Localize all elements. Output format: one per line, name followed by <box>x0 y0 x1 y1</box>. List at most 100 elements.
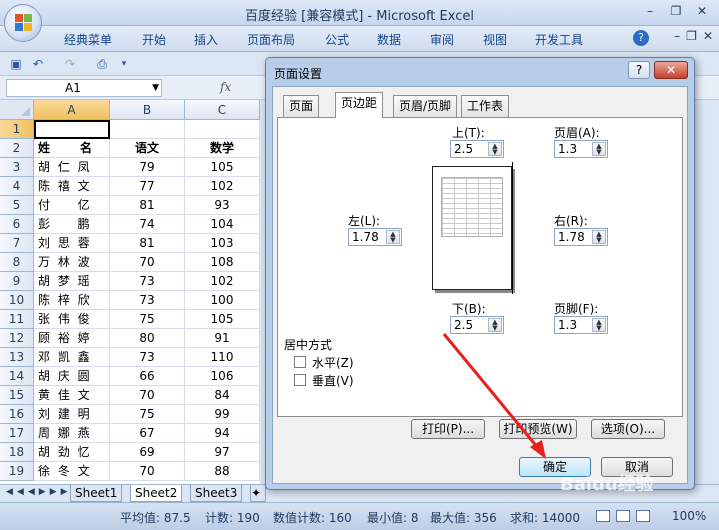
spinner-arrows-icon[interactable]: ▲ ▼ <box>592 230 606 244</box>
table-cell[interactable] <box>185 120 260 139</box>
table-cell[interactable]: 77 <box>110 177 185 196</box>
row-header[interactable]: 6 <box>0 215 34 234</box>
table-cell[interactable]: 邓 凯 鑫 <box>34 348 110 367</box>
spinner-arrows-icon[interactable]: ▲ ▼ <box>488 142 502 156</box>
table-cell[interactable]: 刘 建 明 <box>34 405 110 424</box>
table-cell[interactable]: 数学 <box>185 139 260 158</box>
table-cell[interactable]: 胡 梦 瑶 <box>34 272 110 291</box>
normal-view-icon[interactable] <box>596 510 610 522</box>
name-box-dropdown-icon[interactable]: ▼ <box>152 80 159 96</box>
header-margin-input[interactable]: 1.3 ▲ ▼ <box>554 140 608 158</box>
table-cell[interactable]: 万 林 波 <box>34 253 110 272</box>
row-header[interactable]: 5 <box>0 196 34 215</box>
table-cell[interactable]: 彭 鹏 <box>34 215 110 234</box>
tab-insert[interactable]: 插入 <box>194 31 218 48</box>
tab-classic-menu[interactable]: 经典菜单 <box>64 31 112 48</box>
row-header[interactable]: 14 <box>0 367 34 386</box>
tab-view[interactable]: 视图 <box>483 31 507 48</box>
redo-icon[interactable]: ↷ <box>62 56 78 72</box>
footer-margin-input[interactable]: 1.3 ▲ ▼ <box>554 316 608 334</box>
table-cell[interactable]: 周 娜 燕 <box>34 424 110 443</box>
table-cell[interactable]: 93 <box>185 196 260 215</box>
tab-page-layout[interactable]: 页面布局 <box>247 31 295 48</box>
left-margin-input[interactable]: 1.78 ▲ ▼ <box>348 228 402 246</box>
row-header[interactable]: 15 <box>0 386 34 405</box>
table-cell[interactable]: 108 <box>185 253 260 272</box>
tab-page[interactable]: 页面 <box>283 95 320 117</box>
spinner-arrows-icon[interactable]: ▲ ▼ <box>592 318 606 332</box>
workbook-close-icon[interactable]: ✕ <box>703 29 713 43</box>
tab-review[interactable]: 审阅 <box>430 31 454 48</box>
print-preview-icon[interactable]: ⎙ <box>94 56 110 72</box>
horizontal-checkbox[interactable] <box>294 356 306 368</box>
table-cell[interactable]: 100 <box>185 291 260 310</box>
row-header[interactable]: 3 <box>0 158 34 177</box>
table-cell[interactable]: 顾 裕 婷 <box>34 329 110 348</box>
sheet-tab-1[interactable]: Sheet1 <box>70 485 123 502</box>
print-preview-button[interactable]: 打印预览(W) <box>499 419 577 439</box>
table-cell[interactable]: 104 <box>185 215 260 234</box>
sheet-tab-3[interactable]: Sheet3 <box>190 485 243 502</box>
page-break-view-icon[interactable] <box>636 510 650 522</box>
table-cell[interactable]: 81 <box>110 196 185 215</box>
table-cell[interactable]: 99 <box>185 405 260 424</box>
row-header[interactable]: 1 <box>0 120 34 139</box>
tab-header-footer[interactable]: 页眉/页脚 <box>393 95 458 117</box>
table-cell[interactable]: 105 <box>185 310 260 329</box>
row-header[interactable]: 4 <box>0 177 34 196</box>
table-cell[interactable]: 姓 名 <box>34 139 110 158</box>
row-header[interactable]: 10 <box>0 291 34 310</box>
office-button[interactable] <box>4 4 42 42</box>
spinner-arrows-icon[interactable]: ▲ ▼ <box>592 142 606 156</box>
table-cell[interactable]: 73 <box>110 272 185 291</box>
tab-data[interactable]: 数据 <box>377 31 401 48</box>
table-cell[interactable]: 106 <box>185 367 260 386</box>
table-cell[interactable]: 67 <box>110 424 185 443</box>
table-cell[interactable]: 刘 思 蓉 <box>34 234 110 253</box>
row-header[interactable]: 13 <box>0 348 34 367</box>
table-cell[interactable]: 胡 仁 凤 <box>34 158 110 177</box>
table-cell[interactable]: 语文 <box>110 139 185 158</box>
tab-formulas[interactable]: 公式 <box>325 31 349 48</box>
close-window-button[interactable]: ✕ <box>691 3 713 21</box>
save-icon[interactable]: ▣ <box>8 56 24 72</box>
row-header[interactable]: 11 <box>0 310 34 329</box>
table-cell[interactable]: 69 <box>110 443 185 462</box>
vertical-checkbox[interactable] <box>294 374 306 386</box>
workbook-minimize-icon[interactable]: – <box>674 29 680 43</box>
table-cell[interactable] <box>110 120 185 139</box>
table-cell[interactable]: 102 <box>185 272 260 291</box>
row-header[interactable]: 8 <box>0 253 34 272</box>
table-cell[interactable]: 79 <box>110 158 185 177</box>
table-cell[interactable]: 陈 梓 欣 <box>34 291 110 310</box>
row-header[interactable]: 2 <box>0 139 34 158</box>
table-cell[interactable]: 81 <box>110 234 185 253</box>
table-cell[interactable]: 胡 庆 圆 <box>34 367 110 386</box>
table-cell[interactable]: 付 亿 <box>34 196 110 215</box>
sheet-tab-2[interactable]: Sheet2 <box>130 485 183 502</box>
right-margin-input[interactable]: 1.78 ▲ ▼ <box>554 228 608 246</box>
table-cell[interactable]: 105 <box>185 158 260 177</box>
table-cell[interactable]: 73 <box>110 291 185 310</box>
row-header[interactable]: 12 <box>0 329 34 348</box>
help-icon[interactable]: ? <box>633 30 649 46</box>
table-cell[interactable]: 陈 禧 文 <box>34 177 110 196</box>
minimize-button[interactable]: – <box>639 3 661 21</box>
table-cell[interactable]: 102 <box>185 177 260 196</box>
row-header[interactable]: 7 <box>0 234 34 253</box>
customize-qat-icon[interactable]: ▾ <box>116 56 132 72</box>
table-cell[interactable]: 75 <box>110 405 185 424</box>
top-margin-input[interactable]: 2.5 ▲ ▼ <box>450 140 504 158</box>
table-cell[interactable]: 66 <box>110 367 185 386</box>
table-cell[interactable]: 84 <box>185 386 260 405</box>
table-cell[interactable]: 70 <box>110 386 185 405</box>
table-cell[interactable]: 74 <box>110 215 185 234</box>
table-cell[interactable]: 94 <box>185 424 260 443</box>
bottom-margin-input[interactable]: 2.5 ▲ ▼ <box>450 316 504 334</box>
name-box[interactable]: A1 ▼ <box>6 79 162 97</box>
row-header[interactable]: 16 <box>0 405 34 424</box>
page-layout-view-icon[interactable] <box>616 510 630 522</box>
column-header-a[interactable]: A <box>34 100 110 120</box>
table-cell[interactable]: 103 <box>185 234 260 253</box>
tab-home[interactable]: 开始 <box>142 31 166 48</box>
